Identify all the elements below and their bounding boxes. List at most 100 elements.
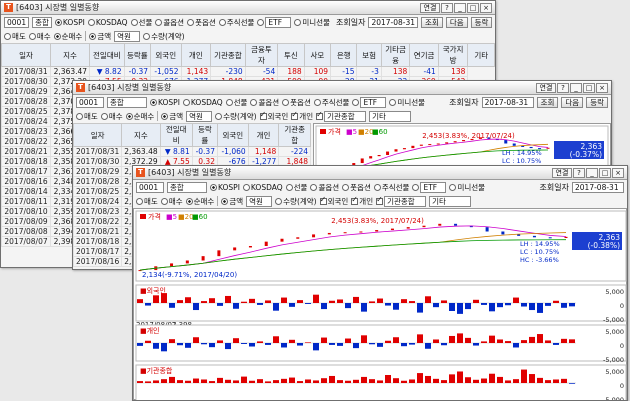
filter-amount[interactable]: 금액 <box>221 196 243 207</box>
column-header[interactable]: 국가지방 <box>437 43 469 67</box>
market-kosdaq[interactable]: KOSDAQ <box>242 183 283 192</box>
market-kospi[interactable]: KOSPI <box>150 98 180 107</box>
market-kosdaq[interactable]: KOSDAQ <box>87 18 128 27</box>
query-date-input[interactable]: 2017-08-31 <box>481 96 534 108</box>
column-header[interactable]: 등락률 <box>191 123 218 147</box>
column-header[interactable]: 개인 <box>247 123 280 147</box>
market-futures[interactable]: 선물 <box>225 97 247 108</box>
column-header[interactable]: 보험 <box>356 43 382 67</box>
filter-qty[interactable]: 수량(계약) <box>275 196 317 207</box>
filter-amount[interactable]: 금액 <box>161 111 183 122</box>
filter-net[interactable]: 순매수 <box>53 31 82 42</box>
market-mini[interactable]: 미니선물 <box>294 17 330 28</box>
column-header[interactable]: 전일대비 <box>89 43 125 67</box>
column-header[interactable]: 일자 <box>73 123 123 147</box>
column-header[interactable]: 기타금융 <box>380 43 411 67</box>
column-header[interactable]: 외국인 <box>150 43 182 67</box>
code-input[interactable]: 0001 <box>136 181 164 193</box>
market-call[interactable]: 콜옵션 <box>310 182 339 193</box>
link-button[interactable]: 연결 <box>420 2 440 13</box>
unit-select[interactable]: 역원 <box>186 110 213 122</box>
market-call[interactable]: 콜옵션 <box>250 97 279 108</box>
filter-sell[interactable]: 매도 <box>136 196 158 207</box>
market-mini[interactable]: 미니선물 <box>449 182 485 193</box>
check-institution[interactable]: 기관종합 <box>316 110 367 122</box>
check-individual[interactable]: 개인 <box>351 195 373 207</box>
close-icon[interactable]: × <box>596 82 608 93</box>
link-button[interactable]: 연결 <box>552 167 572 178</box>
next-button[interactable]: 다음 <box>561 96 584 108</box>
titlebar[interactable]: T [6403] 시장별 일별동향 연결 ? _ □ × <box>73 81 611 95</box>
link-button[interactable]: 연결 <box>536 82 556 93</box>
table-row[interactable]: 2017/08/31 2,363.48 ▼ 8.81 -0.37 -1,060 1,148… <box>73 146 311 157</box>
help-icon[interactable]: ? <box>441 2 453 13</box>
filter-buy[interactable]: 매수 <box>100 111 123 122</box>
column-header[interactable]: 은행 <box>330 43 358 67</box>
updown-button[interactable]: 등락 <box>470 16 493 28</box>
titlebar[interactable]: T [6403] 시장별 일별동향 연결 ? _ □ × <box>133 166 627 180</box>
name-input[interactable]: 종합 <box>107 96 147 108</box>
check-individual[interactable]: 개인 <box>291 110 313 122</box>
column-header[interactable]: 지수 <box>50 43 91 67</box>
filter-net[interactable]: 순매수 <box>185 196 214 207</box>
market-kospi[interactable]: KOSPI <box>54 18 85 27</box>
market-put[interactable]: 풋옵션 <box>187 17 216 28</box>
code-input[interactable]: 0001 <box>4 16 30 28</box>
minimize-icon[interactable]: _ <box>454 2 466 13</box>
front-chart-area[interactable]: 2017/08/212,3552017/08/182,3582017/08/17… <box>133 208 627 400</box>
close-icon[interactable]: × <box>480 2 492 13</box>
market-etf[interactable]: ETF <box>257 16 292 28</box>
column-header[interactable]: 연기금 <box>409 43 439 67</box>
column-header[interactable]: 외국인 <box>216 123 249 147</box>
market-call[interactable]: 콜옵션 <box>155 17 184 28</box>
column-header[interactable]: 등락률 <box>123 43 152 67</box>
query-date-input[interactable]: 2017-08-31 <box>368 16 419 28</box>
market-mini[interactable]: 미니선물 <box>389 97 425 108</box>
investor-select[interactable]: 기타 <box>429 195 472 207</box>
column-header[interactable]: 개인 <box>180 43 212 67</box>
column-header[interactable]: 사모 <box>303 43 332 67</box>
updown-button[interactable]: 등락 <box>586 96 608 108</box>
unit-select[interactable]: 역원 <box>114 30 141 42</box>
minimize-icon[interactable]: _ <box>570 82 582 93</box>
check-foreign[interactable]: 외국인 <box>319 195 348 207</box>
help-icon[interactable]: ? <box>557 82 569 93</box>
column-header[interactable]: 기관종합 <box>210 43 246 67</box>
market-etf[interactable]: ETF <box>412 181 447 193</box>
filter-buy[interactable]: 매수 <box>160 196 183 207</box>
filter-qty[interactable]: 수량(계약) <box>215 111 257 122</box>
help-icon[interactable]: ? <box>573 167 585 178</box>
query-button[interactable]: 조회 <box>421 16 443 28</box>
code-input[interactable]: 0001 <box>76 96 104 108</box>
name-input[interactable]: 종합 <box>32 16 52 28</box>
column-header[interactable]: 기타 <box>467 43 495 67</box>
investor-select[interactable]: 기타 <box>369 110 412 122</box>
market-stockfut[interactable]: 주식선물 <box>313 97 349 108</box>
filter-sell[interactable]: 매도 <box>76 111 98 122</box>
filter-sell[interactable]: 매도 <box>4 31 26 42</box>
unit-select[interactable]: 역원 <box>246 195 273 207</box>
filter-buy[interactable]: 매수 <box>28 31 51 42</box>
column-header[interactable]: 금융투자 <box>244 43 279 67</box>
column-header[interactable]: 기관종합 <box>278 123 311 147</box>
filter-amount[interactable]: 금액 <box>89 31 111 42</box>
column-header[interactable]: 투신 <box>277 43 305 67</box>
market-stockfut[interactable]: 주식선물 <box>373 182 409 193</box>
market-kosdaq[interactable]: KOSDAQ <box>182 98 223 107</box>
maximize-icon[interactable]: □ <box>599 167 611 178</box>
column-header[interactable]: 전일대비 <box>159 123 193 147</box>
check-institution[interactable]: 기관종합 <box>376 195 427 207</box>
query-date-input[interactable]: 2017-08-31 <box>572 181 624 193</box>
column-header[interactable]: 일자 <box>1 43 52 67</box>
market-etf[interactable]: ETF <box>352 96 387 108</box>
query-button[interactable]: 조회 <box>536 96 559 108</box>
market-futures[interactable]: 선물 <box>130 17 152 28</box>
maximize-icon[interactable]: □ <box>583 82 595 93</box>
market-futures[interactable]: 선물 <box>285 182 307 193</box>
market-kospi[interactable]: KOSPI <box>210 183 240 192</box>
column-header[interactable]: 지수 <box>121 123 161 147</box>
check-foreign[interactable]: 외국인 <box>259 110 288 122</box>
filter-qty[interactable]: 수량(계약) <box>143 31 185 42</box>
minimize-icon[interactable]: _ <box>586 167 598 178</box>
market-stockfut[interactable]: 주식선물 <box>218 17 254 28</box>
